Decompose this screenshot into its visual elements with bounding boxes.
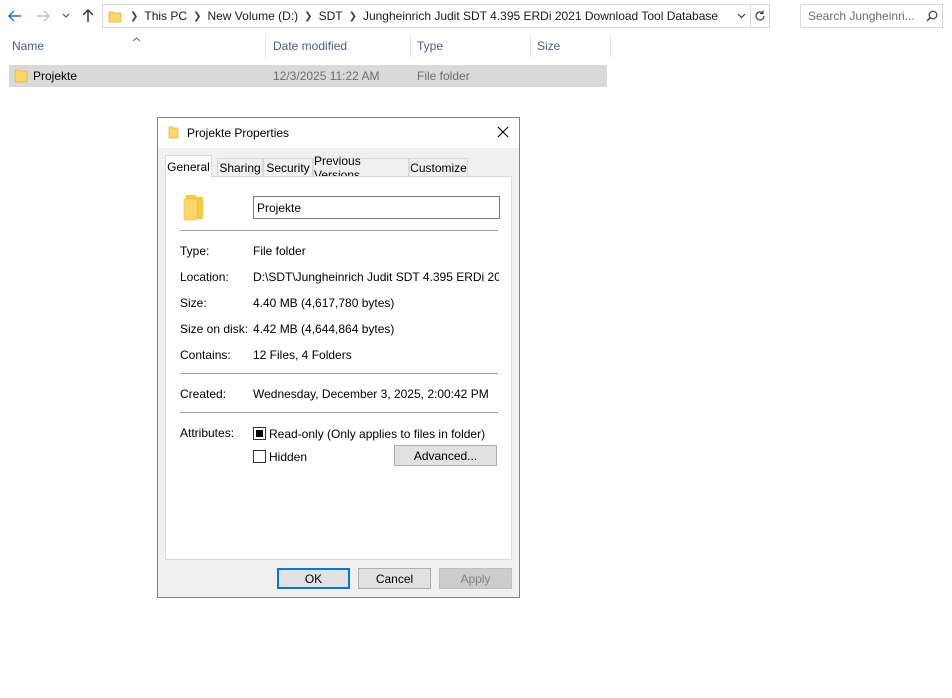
search-input[interactable]: Search Jungheinri... [808, 9, 922, 23]
folder-icon [108, 9, 122, 23]
contains-label: Contains: [180, 348, 231, 362]
advanced-button[interactable]: Advanced... [394, 445, 497, 466]
column-header-size-label: Size [537, 39, 561, 53]
folder-icon [14, 68, 28, 86]
type-label: Type: [180, 244, 210, 258]
general-panel: Projekte Type: File folder Location: D:\… [165, 176, 512, 560]
dialog-title-bar[interactable]: Projekte Properties [158, 118, 519, 148]
breadcrumb-separator-icon: ❯ [304, 10, 313, 22]
file-type: File folder [417, 69, 470, 83]
file-name: Projekte [33, 69, 78, 83]
search-icon [922, 10, 942, 22]
created-label: Created: [180, 387, 227, 401]
apply-button[interactable]: Apply [439, 568, 512, 589]
up-button[interactable] [78, 4, 98, 28]
readonly-checkbox[interactable] [253, 427, 266, 440]
location-value: D:\SDT\Jungheinrich Judit SDT 4.395 ERDi… [253, 270, 499, 284]
large-folder-icon [183, 191, 205, 224]
divider [180, 373, 498, 374]
recent-locations-button[interactable] [58, 4, 74, 28]
address-bar[interactable]: ❯ This PC ❯ New Volume (D:) ❯ SDT ❯ Jung… [102, 4, 770, 28]
column-header-type[interactable]: Type [411, 34, 531, 58]
tab-sharing[interactable]: Sharing [217, 158, 263, 177]
attributes-label: Attributes: [180, 426, 235, 440]
created-value: Wednesday, December 3, 2025, 2:00:42 PM [253, 387, 489, 401]
folder-name-input[interactable]: Projekte [253, 196, 500, 219]
search-box[interactable]: Search Jungheinri... [800, 4, 943, 28]
column-header-date-modified[interactable]: Date modified [267, 34, 411, 58]
column-header-type-label: Type [417, 39, 444, 53]
size-on-disk-label: Size on disk: [180, 322, 249, 336]
location-label: Location: [180, 270, 229, 284]
hidden-label[interactable]: Hidden [269, 450, 307, 464]
dialog-title: Projekte Properties [187, 126, 290, 140]
breadcrumb-drive[interactable]: New Volume (D:) [203, 9, 302, 23]
breadcrumb-sdt[interactable]: SDT [315, 9, 347, 23]
cancel-button[interactable]: Cancel [358, 568, 431, 589]
breadcrumb-current-folder[interactable]: Jungheinrich Judit SDT 4.395 ERDi 2021 D… [359, 9, 722, 23]
back-arrow-icon [8, 10, 21, 22]
refresh-icon[interactable] [751, 5, 769, 27]
column-header-date-label: Date modified [273, 39, 348, 53]
column-header-name[interactable]: Name [6, 34, 266, 58]
hidden-checkbox[interactable] [253, 450, 266, 463]
tab-security[interactable]: Security [263, 158, 313, 177]
folder-icon [168, 126, 179, 142]
size-on-disk-value: 4.42 MB (4,644,864 bytes) [253, 322, 395, 336]
up-arrow-icon [82, 9, 94, 22]
divider [180, 412, 498, 413]
properties-dialog: Projekte Properties General Sharing Secu… [157, 117, 520, 598]
tab-customize[interactable]: Customize [409, 158, 468, 177]
tab-general[interactable]: General [165, 155, 212, 178]
breadcrumb-separator-icon: ❯ [348, 10, 357, 22]
forward-button[interactable] [32, 4, 54, 28]
size-label: Size: [180, 296, 207, 310]
ok-button[interactable]: OK [277, 568, 350, 589]
chevron-down-icon [62, 13, 70, 18]
type-value: File folder [253, 244, 306, 258]
column-header-size[interactable]: Size [531, 34, 611, 58]
tab-previous-versions[interactable]: Previous Versions [313, 154, 409, 182]
close-icon[interactable] [496, 125, 512, 141]
breadcrumb-this-pc[interactable]: This PC [140, 9, 191, 23]
contains-value: 12 Files, 4 Folders [253, 348, 352, 362]
column-header-name-label: Name [12, 39, 45, 53]
forward-arrow-icon [37, 10, 50, 22]
file-row[interactable]: Projekte 12/3/2025 11:22 AM File folder [9, 65, 607, 87]
back-button[interactable] [4, 4, 26, 28]
breadcrumb-separator-icon: ❯ [193, 10, 202, 22]
address-dropdown-icon[interactable] [733, 5, 751, 27]
readonly-label[interactable]: Read-only (Only applies to files in fold… [269, 427, 485, 441]
divider [180, 230, 498, 231]
file-date-modified: 12/3/2025 11:22 AM [273, 69, 380, 83]
size-value: 4.40 MB (4,617,780 bytes) [253, 296, 395, 310]
breadcrumb-separator-icon: ❯ [130, 10, 139, 22]
